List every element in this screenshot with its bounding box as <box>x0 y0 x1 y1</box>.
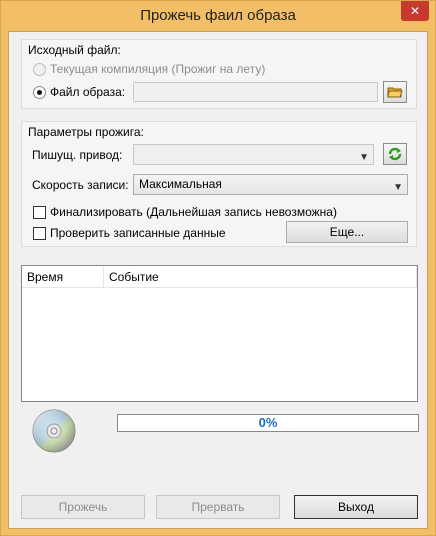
chevron-down-icon: ▼ <box>393 182 403 193</box>
finalize-label: Финализировать (Дальнейшая запись невозм… <box>50 205 337 219</box>
chevron-down-icon: ▼ <box>359 152 369 163</box>
radio-image-indicator[interactable] <box>33 85 46 99</box>
column-time[interactable]: Время <box>22 266 104 288</box>
source-file-group: Исходный файл: Текущая компиляция (Прожи… <box>21 39 417 109</box>
speed-value: Максимальная <box>139 177 222 191</box>
dialog-client: Исходный файл: Текущая компиляция (Прожи… <box>8 31 428 529</box>
radio-current-label: Текущая компиляция (Прожиг на лету) <box>50 62 266 76</box>
refresh-icon <box>388 147 402 161</box>
progress-percent: 0% <box>258 415 278 430</box>
drive-label: Пишущ. привод: <box>32 148 123 162</box>
burn-button[interactable]: Прожечь <box>21 495 145 519</box>
close-button[interactable]: ✕ <box>401 1 429 21</box>
burn-progress-bar: 0% <box>117 414 419 432</box>
exit-button[interactable]: Выход <box>294 495 418 519</box>
log-listview[interactable]: Время Событие <box>21 265 418 402</box>
browse-image-button[interactable] <box>383 81 407 103</box>
source-group-title: Исходный файл: <box>28 43 121 57</box>
finalize-checkbox-row[interactable]: Финализировать (Дальнейшая запись невозм… <box>33 205 337 219</box>
verify-checkbox[interactable] <box>33 226 46 240</box>
refresh-drives-button[interactable] <box>383 143 407 165</box>
more-options-button[interactable]: Еще... <box>286 221 408 243</box>
disc-icon <box>32 409 76 453</box>
window-title: Прожечь фаил образа <box>140 7 296 24</box>
radio-image-file[interactable]: Файл образа: <box>33 85 125 99</box>
burn-settings-group: Параметры прожига: Пишущ. привод: ▼ Скор… <box>21 121 417 247</box>
image-path-input[interactable] <box>133 82 378 102</box>
verify-label: Проверить записанные данные <box>50 226 226 240</box>
speed-select[interactable]: Максимальная ▼ <box>133 174 408 195</box>
dialog-window: Прожечь фаил образа ✕ Исходный файл: Тек… <box>0 0 436 536</box>
radio-current-compilation[interactable]: Текущая компиляция (Прожиг на лету) <box>33 62 265 76</box>
close-icon: ✕ <box>409 4 421 18</box>
log-header: Время Событие <box>22 266 417 288</box>
finalize-checkbox[interactable] <box>33 205 46 219</box>
folder-open-icon <box>387 87 403 98</box>
drive-select[interactable]: ▼ <box>133 144 374 165</box>
speed-label: Скорость записи: <box>32 178 129 192</box>
title-bar[interactable]: Прожечь фаил образа ✕ <box>1 1 435 31</box>
abort-button[interactable]: Прервать <box>156 495 280 519</box>
radio-image-label: Файл образа: <box>50 85 126 99</box>
radio-current-indicator[interactable] <box>33 62 46 76</box>
burn-group-title: Параметры прожига: <box>28 125 144 139</box>
verify-checkbox-row[interactable]: Проверить записанные данные <box>33 226 226 240</box>
column-event[interactable]: Событие <box>104 266 417 288</box>
